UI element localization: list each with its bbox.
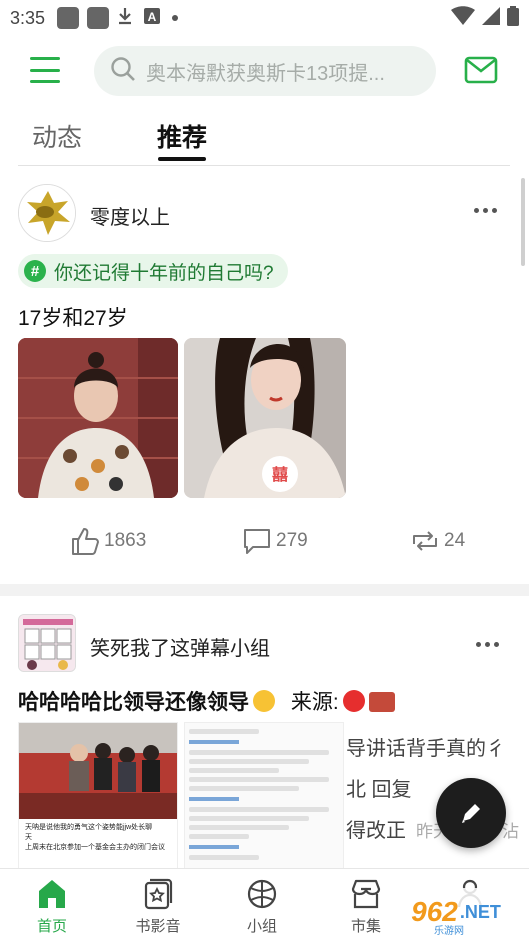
menu-button[interactable] xyxy=(30,57,60,83)
top-bar: 奥本海默获奥斯卡13项提... xyxy=(0,44,529,98)
watermark-logo: 962 .NET 乐游网 xyxy=(386,888,526,937)
like-count: 1863 xyxy=(104,530,147,551)
post-image[interactable]: 天呐是说他我的勇气这个姿势能jjw处长聊 天 上周末在北京参加一个基金会主办的闭… xyxy=(18,722,178,872)
card-star-icon xyxy=(144,878,173,910)
post-separator xyxy=(0,584,529,596)
post-title-text: 哈哈哈哈比领导还像领导 xyxy=(18,691,249,714)
comment-icon xyxy=(244,529,270,554)
post-text: 17岁和27岁 xyxy=(18,307,128,330)
photo-icon xyxy=(57,7,80,29)
compose-button[interactable] xyxy=(436,778,506,848)
status-bar: 3:35 A xyxy=(0,0,529,36)
post-image[interactable] xyxy=(18,338,178,498)
svg-text:囍: 囍 xyxy=(272,465,288,484)
more-options-icon[interactable] xyxy=(474,208,497,213)
screenshot-line: 导讲话背手真的彳 xyxy=(346,738,506,760)
dot-icon xyxy=(171,9,179,27)
post-actions: 1863 279 24 xyxy=(0,526,529,566)
nav-groups[interactable]: 小组 xyxy=(222,877,302,936)
tab-recommend[interactable]: 推荐 xyxy=(157,118,207,154)
feed-post: 零度以上 # 你还记得十年前的自己吗? 17岁和27岁 囍 1863 279 2… xyxy=(0,170,529,580)
photo-icon xyxy=(87,7,110,29)
topic-text: 你还记得十年前的自己吗? xyxy=(54,262,274,284)
post-image[interactable] xyxy=(184,722,344,872)
repost-count: 24 xyxy=(444,530,466,551)
app-icon: A xyxy=(143,7,161,30)
post-title: 哈哈哈哈比领导还像领导 来源: xyxy=(18,686,395,716)
source-label: 来源: xyxy=(290,691,339,714)
group-avatar[interactable] xyxy=(18,614,76,672)
wifi-icon xyxy=(451,5,475,31)
pen-icon xyxy=(462,804,480,823)
post-image[interactable]: 囍 xyxy=(184,338,346,498)
comment-button[interactable]: 279 xyxy=(242,526,308,556)
comment-count: 279 xyxy=(276,530,308,551)
divider xyxy=(18,165,510,166)
laughing-emoji-icon xyxy=(253,690,275,712)
hashtag-icon: # xyxy=(24,260,46,282)
group-name[interactable]: 笑死我了这弹幕小组 xyxy=(90,632,270,661)
book-emoji-icon xyxy=(368,692,395,712)
mail-icon xyxy=(464,56,498,84)
nav-books-movies-music[interactable]: 书影音 xyxy=(118,877,198,936)
group-ball-icon xyxy=(247,879,277,909)
search-placeholder: 奥本海默获奥斯卡13项提... xyxy=(146,62,385,85)
search-icon xyxy=(110,56,136,87)
home-icon xyxy=(39,880,65,908)
avatar[interactable] xyxy=(18,184,76,242)
shop-icon xyxy=(351,879,381,909)
nav-home[interactable]: 首页 xyxy=(12,877,92,936)
author-name[interactable]: 零度以上 xyxy=(90,201,170,230)
signal-icon xyxy=(481,6,501,31)
svg-text:A: A xyxy=(148,10,157,24)
battery-icon xyxy=(507,5,519,31)
tab-dynamic[interactable]: 动态 xyxy=(32,118,82,154)
mail-button[interactable] xyxy=(464,56,498,89)
meeting-photo xyxy=(19,723,177,819)
download-icon xyxy=(117,7,133,30)
feed-tabs: 动态 推荐 xyxy=(0,112,529,166)
red-circle-emoji-icon xyxy=(342,690,365,712)
more-options-icon[interactable] xyxy=(476,642,499,647)
thumbs-up-icon xyxy=(72,528,99,555)
search-input[interactable]: 奥本海默获奥斯卡13项提... xyxy=(94,46,436,96)
like-button[interactable]: 1863 xyxy=(70,526,146,556)
active-tab-indicator xyxy=(158,157,206,161)
status-time: 3:35 xyxy=(10,7,46,28)
repost-icon xyxy=(413,531,437,551)
repost-button[interactable]: 24 xyxy=(410,526,465,556)
screenshot-caption: 天呐是说他我的勇气这个姿势能jjw处长聊 天 上周末在北京参加一个基金会主办的闭… xyxy=(25,824,165,851)
topic-tag[interactable]: # 你还记得十年前的自己吗? xyxy=(18,254,288,288)
